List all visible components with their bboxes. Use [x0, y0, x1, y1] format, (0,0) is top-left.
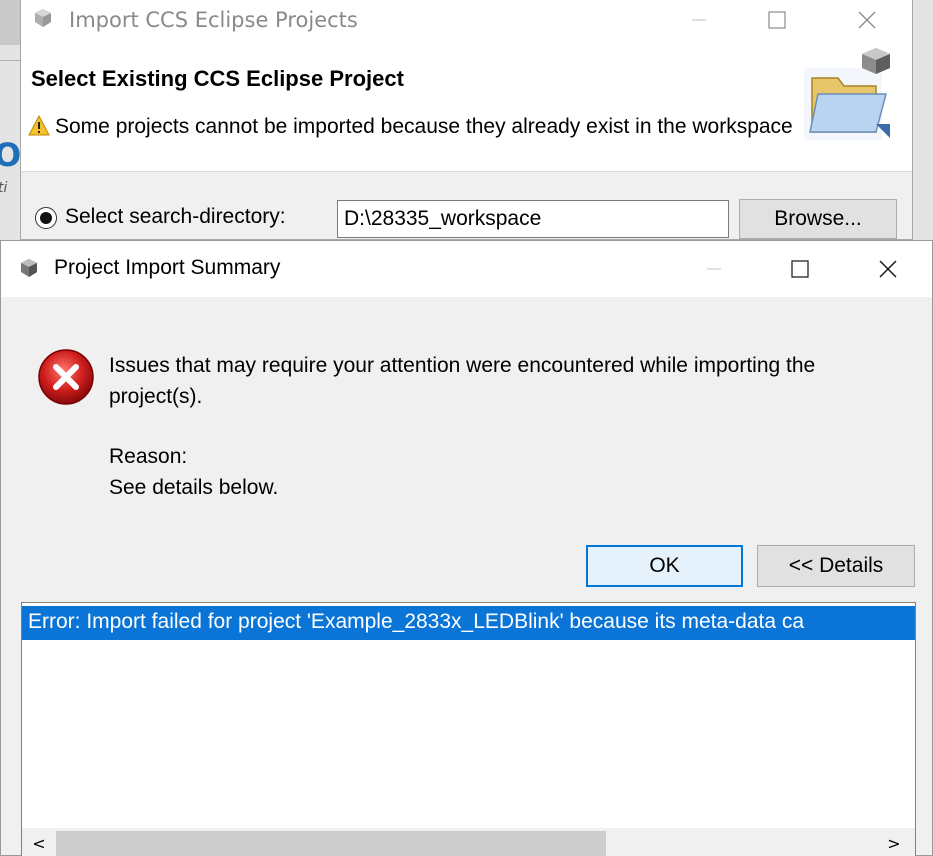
search-directory-label: Select search-directory: — [65, 205, 286, 228]
close-icon — [879, 260, 897, 278]
maximize-button[interactable] — [754, 0, 800, 40]
maximize-icon — [791, 260, 809, 278]
import-dialog-title: Import CCS Eclipse Projects — [69, 8, 358, 32]
ok-button[interactable]: OK — [586, 545, 743, 587]
minimize-button[interactable] — [676, 0, 722, 40]
search-directory-radio[interactable] — [35, 207, 57, 229]
scroll-left-icon[interactable]: < — [24, 830, 54, 856]
summary-minimize-button[interactable] — [691, 241, 737, 297]
error-icon — [37, 348, 95, 406]
list-item[interactable]: Error: Import failed for project 'Exampl… — [22, 606, 915, 640]
background-divider — [0, 60, 20, 61]
summary-close-button[interactable] — [865, 241, 911, 297]
details-toggle-button[interactable]: << Details — [757, 545, 915, 587]
reason-label: Reason: — [109, 445, 188, 468]
summary-dialog-titlebar: Project Import Summary — [1, 241, 932, 297]
import-dialog-header: Select Existing CCS Eclipse Project Some… — [21, 40, 912, 172]
import-dialog-titlebar: Import CCS Eclipse Projects — [21, 0, 912, 40]
summary-dialog-title: Project Import Summary — [54, 256, 281, 279]
import-dialog-heading: Select Existing CCS Eclipse Project — [31, 66, 404, 91]
warning-message: Some projects cannot be imported because… — [55, 115, 793, 138]
warning-icon — [28, 114, 50, 137]
browse-button[interactable]: Browse... — [739, 199, 897, 239]
project-import-summary-dialog: Project Import Summary Issues that may r… — [0, 240, 933, 856]
details-list[interactable]: Error: Import failed for project 'Exampl… — [21, 602, 916, 856]
app-cube-icon — [33, 8, 53, 28]
summary-message: Issues that may require your attention w… — [109, 354, 816, 408]
minimize-icon — [692, 19, 706, 21]
minimize-icon — [707, 268, 721, 270]
import-ccs-dialog: Import CCS Eclipse Projects Select Exist… — [20, 0, 913, 240]
app-cube-icon — [19, 258, 39, 278]
background-text-fragment: O — [0, 136, 22, 174]
folder-icon — [804, 48, 894, 140]
background-toolbar — [0, 0, 20, 45]
reason-text: See details below. — [109, 476, 279, 499]
background-text-fragment-small: ti — [0, 180, 8, 196]
scroll-right-icon[interactable]: > — [879, 830, 909, 856]
close-button[interactable] — [844, 0, 890, 40]
scrollbar-thumb[interactable] — [56, 831, 606, 856]
search-directory-input[interactable]: D:\28335_workspace — [337, 200, 729, 238]
summary-maximize-button[interactable] — [777, 241, 823, 297]
horizontal-scrollbar[interactable]: < > — [22, 828, 915, 856]
maximize-icon — [768, 11, 786, 29]
close-icon — [858, 11, 876, 29]
